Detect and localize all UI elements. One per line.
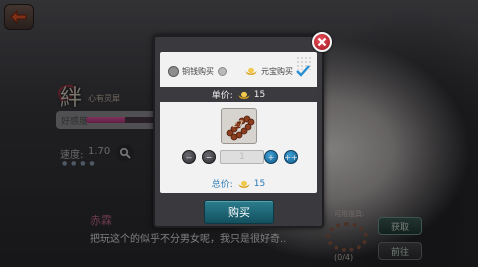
min-quantity-button[interactable]: --	[182, 150, 196, 164]
pay-yuanbao-option[interactable]: 元宝购买	[244, 65, 310, 77]
item-number: 27	[232, 120, 244, 130]
quantity-input[interactable]: 1	[220, 150, 264, 164]
buy-button-label: 购买	[228, 206, 250, 219]
payment-options: 铜钱购买 元宝购买	[160, 61, 317, 81]
unit-price-value: 15	[253, 89, 266, 100]
checkmark-icon	[296, 65, 310, 77]
copper-coin-icon	[168, 65, 179, 77]
total-price-row: 总价: 15	[160, 176, 317, 191]
pay-yuanbao-label: 元宝购买	[261, 66, 293, 76]
pay-copper-option[interactable]: 铜钱购买	[168, 65, 227, 77]
max-label: ++	[284, 152, 298, 162]
gold-ingot-icon	[245, 67, 257, 75]
close-icon	[317, 37, 327, 47]
close-button[interactable]	[312, 32, 332, 52]
gold-ingot-icon	[237, 180, 250, 188]
buy-button[interactable]: 购买	[204, 200, 274, 224]
total-price-label: 总价:	[211, 180, 233, 190]
copper-radio[interactable]	[218, 66, 227, 76]
unit-price-bar: 单价: 15	[160, 87, 317, 102]
minus-label: −	[205, 152, 213, 162]
decrease-quantity-button[interactable]: −	[202, 150, 216, 164]
increase-quantity-button[interactable]: +	[264, 150, 278, 164]
quantity-stepper: -- − 1 + ++	[180, 148, 298, 166]
unit-price-label: 单价:	[211, 91, 233, 101]
total-price-value: 15	[253, 178, 266, 189]
max-quantity-button[interactable]: ++	[284, 150, 298, 164]
min-label: --	[186, 152, 192, 162]
gold-ingot-icon	[237, 91, 250, 99]
plus-label: +	[267, 152, 275, 162]
pay-copper-label: 铜钱购买	[182, 66, 214, 76]
